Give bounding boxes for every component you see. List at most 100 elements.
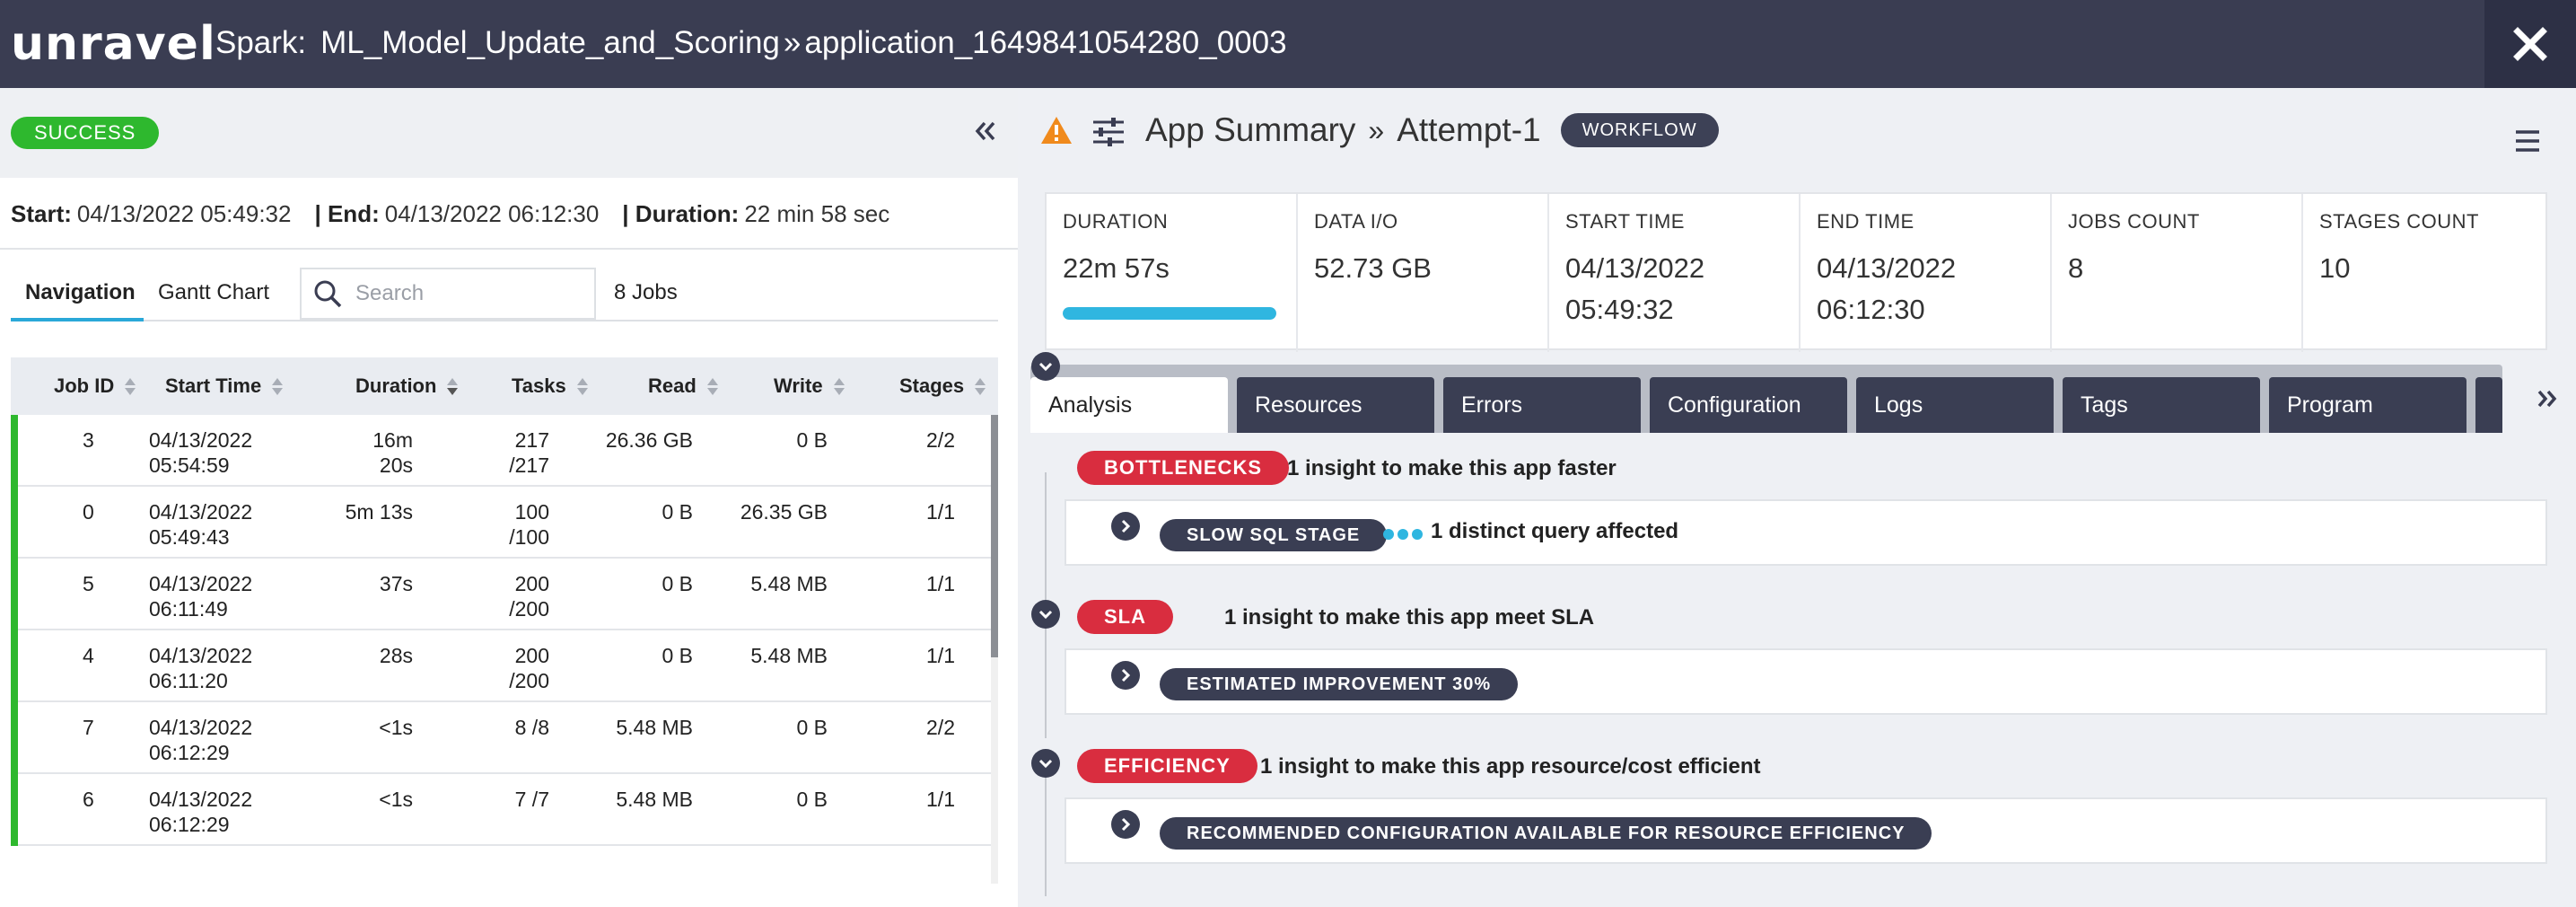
insight-card[interactable]: ESTIMATED IMPROVEMENT 30%	[1065, 648, 2547, 715]
table-row[interactable]: 0 04/13/2022 05:49:43 5m 13s 100/100 0 B …	[11, 487, 998, 559]
insight-text: 1 insight to make this app faster	[1287, 456, 1617, 480]
insight-card[interactable]: SLOW SQL STAGE 1 distinct query affected	[1065, 499, 2547, 566]
cell-duration-line1: 16m	[372, 428, 413, 452]
tab-overflow[interactable]	[2475, 377, 2502, 433]
summary-stats: DURATION 22m 57s DATA I/O 52.73 GB START…	[1045, 192, 2547, 352]
tab-analysis[interactable]: Analysis	[1030, 377, 1228, 433]
cell-tasks-line1: 8 /8	[514, 716, 549, 739]
stat-stages-count: STAGES COUNT 10	[2303, 194, 2554, 352]
expand-toggle-efficiency[interactable]	[1031, 749, 1060, 778]
unravel-logo[interactable]: unravel	[11, 17, 216, 71]
hamburger-menu-icon[interactable]	[2515, 129, 2540, 153]
close-icon	[2513, 27, 2547, 61]
close-button[interactable]	[2484, 0, 2576, 88]
tab-errors[interactable]: Errors	[1443, 377, 1641, 433]
insight-subtag[interactable]: SLOW SQL STAGE	[1160, 519, 1388, 551]
stat-label: JOBS COUNT	[2068, 210, 2200, 233]
column-header-read[interactable]: Read	[648, 357, 718, 415]
tab-gantt-chart[interactable]: Gantt Chart	[158, 280, 269, 305]
stat-value-date: 04/13/2022	[1817, 252, 1957, 284]
expand-toggle-sla[interactable]	[1031, 600, 1060, 629]
insight-subtag[interactable]: ESTIMATED IMPROVEMENT 30%	[1160, 668, 1519, 700]
cell-start-clock: 05:49:43	[149, 525, 230, 549]
active-tab-indicator	[11, 318, 144, 321]
sort-icon	[832, 376, 845, 396]
status-indicator	[11, 630, 18, 702]
insight-tag-efficiency[interactable]: EFFICIENCY	[1077, 749, 1257, 783]
attempt-label[interactable]: Attempt-1	[1397, 111, 1540, 149]
tree-line	[1045, 621, 1047, 738]
breadcrumb-app-name[interactable]: ML_Model_Update_and_Scoring	[320, 25, 780, 61]
column-header-tasks[interactable]: Tasks	[512, 357, 588, 415]
column-header-start-time[interactable]: Start Time	[165, 357, 284, 415]
stat-label: DURATION	[1063, 210, 1169, 233]
insight-card[interactable]: RECOMMENDED CONFIGURATION AVAILABLE FOR …	[1065, 797, 2547, 864]
table-row[interactable]: 6 04/13/2022 06:12:29 <1s 7 /7 5.48 MB 0 …	[11, 774, 998, 846]
cell-duration: <1s	[379, 787, 413, 812]
table-row[interactable]: 3 04/13/2022 05:54:59 16m 20s 217/217 26.3…	[11, 415, 998, 487]
chevron-down-icon	[1038, 362, 1053, 372]
table-header: Job ID Start Time Duration Tasks Read Wr…	[11, 357, 998, 415]
column-header-write[interactable]: Write	[774, 357, 845, 415]
cell-start-date: 04/13/2022	[149, 644, 253, 667]
tab-navigation[interactable]: Navigation	[25, 280, 136, 305]
cell-start-time: 04/13/2022 06:11:20	[149, 643, 252, 693]
stat-label: STAGES COUNT	[2319, 210, 2479, 233]
expand-toggle-estimated-improvement[interactable]	[1111, 661, 1140, 690]
column-header-stages[interactable]: Stages	[899, 357, 986, 415]
cell-tasks-line1: 7 /7	[514, 788, 549, 811]
table-scrollbar-thumb[interactable]	[991, 415, 998, 657]
status-indicator	[11, 415, 18, 487]
expand-toggle-bottlenecks[interactable]	[1031, 352, 1060, 381]
tabs-divider	[11, 320, 998, 321]
workflow-badge[interactable]: WORKFLOW	[1560, 113, 1719, 147]
search-input[interactable]	[355, 281, 580, 306]
cell-tasks: 200/200	[509, 643, 549, 693]
column-header-job-id[interactable]: Job ID	[54, 357, 136, 415]
cell-tasks-line2: /100	[509, 525, 549, 549]
table-row[interactable]: 4 04/13/2022 06:11:20 28s 200/200 0 B 5.4…	[11, 630, 998, 702]
cell-job-id: 7	[83, 716, 94, 739]
cell-tasks: 8 /8	[515, 715, 549, 740]
search-box[interactable]	[300, 268, 596, 320]
sort-icon	[270, 376, 284, 396]
sliders-icon[interactable]	[1091, 117, 1126, 147]
tab-logs[interactable]: Logs	[1856, 377, 2054, 433]
tab-resources[interactable]: Resources	[1237, 377, 1434, 433]
page-title[interactable]: App Summary	[1145, 111, 1355, 149]
cell-stages: 2/2	[926, 428, 955, 452]
warning-icon[interactable]	[1039, 115, 1073, 145]
sort-icon	[705, 376, 718, 396]
tab-program[interactable]: Program	[2269, 377, 2466, 433]
tab-tags[interactable]: Tags	[2063, 377, 2260, 433]
tab-configuration[interactable]: Configuration	[1650, 377, 1847, 433]
column-header-duration[interactable]: Duration	[355, 357, 459, 415]
stat-end-time: END TIME 04/13/2022 06:12:30	[1801, 194, 2052, 352]
top-bar: unravel Spark: ML_Model_Update_and_Scori…	[0, 0, 2576, 88]
table-row[interactable]: 5 04/13/2022 06:11:49 37s 200/200 0 B 5.4…	[11, 559, 998, 630]
insight-tag-bottlenecks[interactable]: BOTTLENECKS	[1077, 451, 1289, 485]
cell-duration: 5m 13s	[346, 499, 413, 524]
breadcrumb-application-id[interactable]: application_1649841054280_0003	[804, 25, 1286, 61]
chevron-right-icon	[1121, 668, 1131, 682]
tabs-scroll-right-button[interactable]	[2529, 381, 2565, 417]
end-value: 04/13/2022 06:12:30	[384, 199, 600, 227]
insight-tag-sla[interactable]: SLA	[1077, 600, 1173, 634]
cell-tasks-line2: /200	[509, 669, 549, 692]
cell-job-id: 4	[83, 644, 94, 667]
expand-toggle-recommended-config[interactable]	[1111, 810, 1140, 839]
status-indicator	[11, 487, 18, 559]
title-separator: »	[1368, 113, 1385, 146]
cell-tasks-line2: /200	[509, 597, 549, 621]
stat-value: 04/13/2022 05:49:32	[1565, 248, 1704, 330]
cell-start-clock: 06:12:29	[149, 813, 230, 836]
table-row[interactable]: 7 04/13/2022 06:12:29 <1s 8 /8 5.48 MB 0 …	[11, 702, 998, 774]
summary-title-row: App Summary » Attempt-1 WORKFLOW	[1145, 108, 1719, 153]
insight-subtag[interactable]: RECOMMENDED CONFIGURATION AVAILABLE FOR …	[1160, 817, 1932, 850]
collapse-panel-button[interactable]	[971, 115, 1000, 147]
status-indicator	[11, 702, 18, 774]
expand-toggle-slow-sql[interactable]	[1111, 512, 1140, 541]
right-panel: App Summary » Attempt-1 WORKFLOW DURATIO…	[1018, 88, 2576, 907]
sort-descending-icon	[445, 376, 459, 396]
cell-duration-line1: 5m 13s	[345, 500, 413, 524]
